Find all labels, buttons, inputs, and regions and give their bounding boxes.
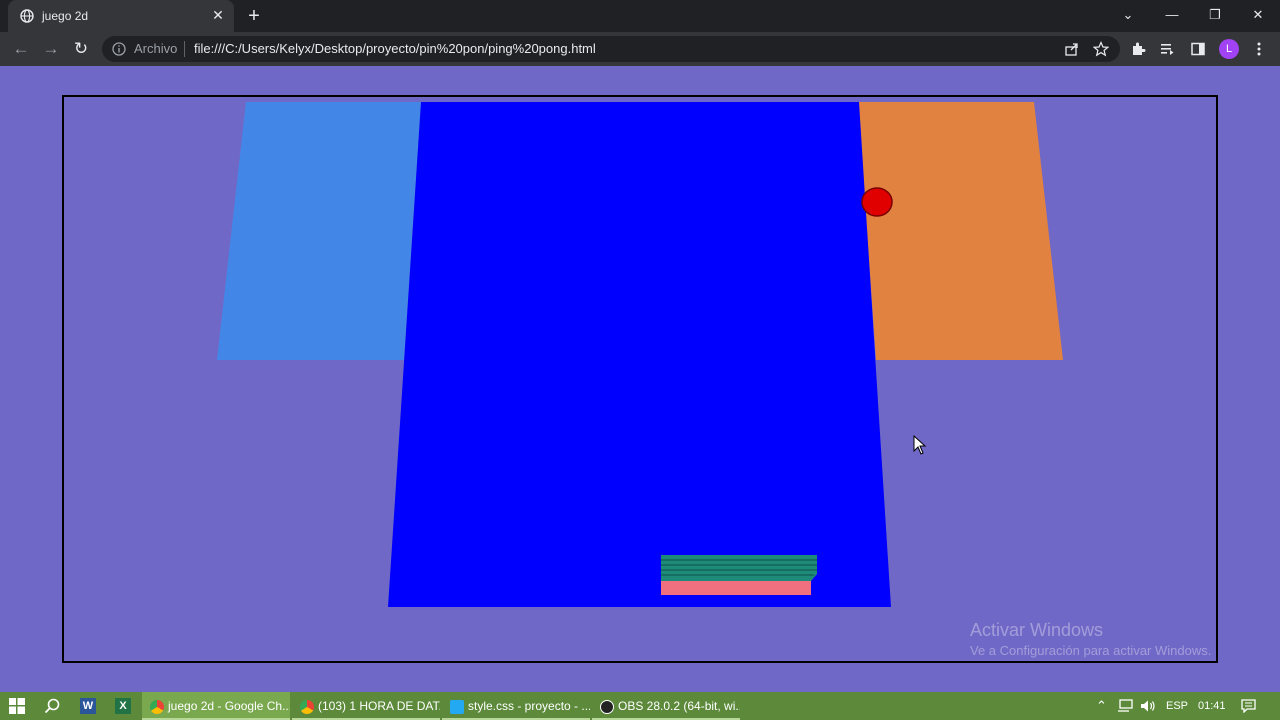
taskbar-item-label: style.css - proyecto - ... — [468, 699, 590, 713]
activation-watermark-subtitle: Ve a Configuración para activar Windows. — [970, 643, 1212, 658]
new-tab-button[interactable]: + — [244, 5, 264, 27]
tab-close-icon[interactable]: ✕ — [210, 7, 226, 23]
word-app-icon[interactable]: W — [80, 698, 96, 714]
taskbar-item-label: juego 2d - Google Ch... — [168, 699, 290, 713]
tab-search-chevron-icon[interactable]: ⌄ — [1106, 0, 1150, 32]
volume-icon[interactable] — [1140, 699, 1156, 713]
notifications-icon[interactable] — [1241, 699, 1256, 713]
address-bar[interactable]: Archivo file:///C:/Users/Kelyx/Desktop/p… — [102, 36, 1120, 62]
restore-icon[interactable]: ❐ — [1193, 0, 1237, 32]
vscode-icon — [450, 699, 464, 714]
windows-start-icon[interactable] — [9, 698, 25, 714]
obs-icon — [600, 699, 614, 714]
taskbar-item-label: OBS 28.0.2 (64-bit, wi... — [618, 699, 740, 713]
network-icon[interactable] — [1117, 699, 1133, 713]
taskbar-item-vscode[interactable]: style.css - proyecto - ... — [442, 692, 590, 720]
game-border — [62, 95, 1218, 663]
excel-app-icon[interactable]: X — [115, 698, 131, 714]
minimize-icon[interactable]: — — [1150, 0, 1194, 32]
close-window-icon[interactable]: ✕ — [1236, 0, 1280, 32]
url-text[interactable]: file:///C:/Users/Kelyx/Desktop/proyecto/… — [194, 41, 596, 56]
globe-icon — [20, 9, 34, 23]
divider — [184, 41, 185, 57]
back-arrow-icon[interactable]: ← — [11, 39, 31, 59]
tab-strip: juego 2d ✕ + ⌄ — ❐ ✕ — [0, 0, 1280, 32]
tab-title: juego 2d — [42, 9, 89, 23]
windows-taskbar: W X juego 2d - Google Ch... (103) 1 HORA… — [0, 692, 1280, 720]
language-indicator[interactable]: ESP — [1166, 692, 1188, 720]
menu-kebab-icon[interactable] — [1251, 41, 1267, 57]
extensions-puzzle-icon[interactable] — [1130, 41, 1146, 57]
share-icon[interactable] — [1064, 41, 1080, 57]
mouse-cursor-icon — [913, 435, 927, 455]
media-queue-icon[interactable] — [1159, 41, 1175, 57]
tray-chevron-up-icon[interactable]: ⌃ — [1096, 692, 1107, 720]
taskbar-item-label: (103) 1 HORA DE DAT... — [318, 699, 440, 713]
tab-juego-2d[interactable]: juego 2d ✕ — [8, 0, 234, 32]
forward-arrow-icon[interactable]: → — [41, 39, 61, 59]
taskbar-item-obs[interactable]: OBS 28.0.2 (64-bit, wi... — [592, 692, 740, 720]
reload-icon[interactable]: ↻ — [71, 39, 91, 59]
taskbar-item-chrome-video[interactable]: (103) 1 HORA DE DAT... — [292, 692, 440, 720]
search-icon[interactable] — [44, 698, 60, 714]
browser-toolbar: ← → ↻ Archivo file:///C:/Users/Kelyx/Des… — [0, 32, 1280, 66]
bookmark-star-icon[interactable] — [1093, 41, 1109, 57]
chrome-icon — [150, 699, 164, 714]
activation-watermark-title: Activar Windows — [970, 620, 1104, 640]
side-panel-icon[interactable] — [1190, 41, 1206, 57]
clock[interactable]: 01:41 — [1198, 692, 1226, 720]
info-icon[interactable] — [112, 42, 126, 56]
profile-avatar[interactable]: L — [1219, 39, 1239, 59]
scheme-label: Archivo — [134, 41, 178, 56]
chrome-icon — [300, 699, 314, 714]
taskbar-item-chrome-game[interactable]: juego 2d - Google Ch... — [142, 692, 290, 720]
